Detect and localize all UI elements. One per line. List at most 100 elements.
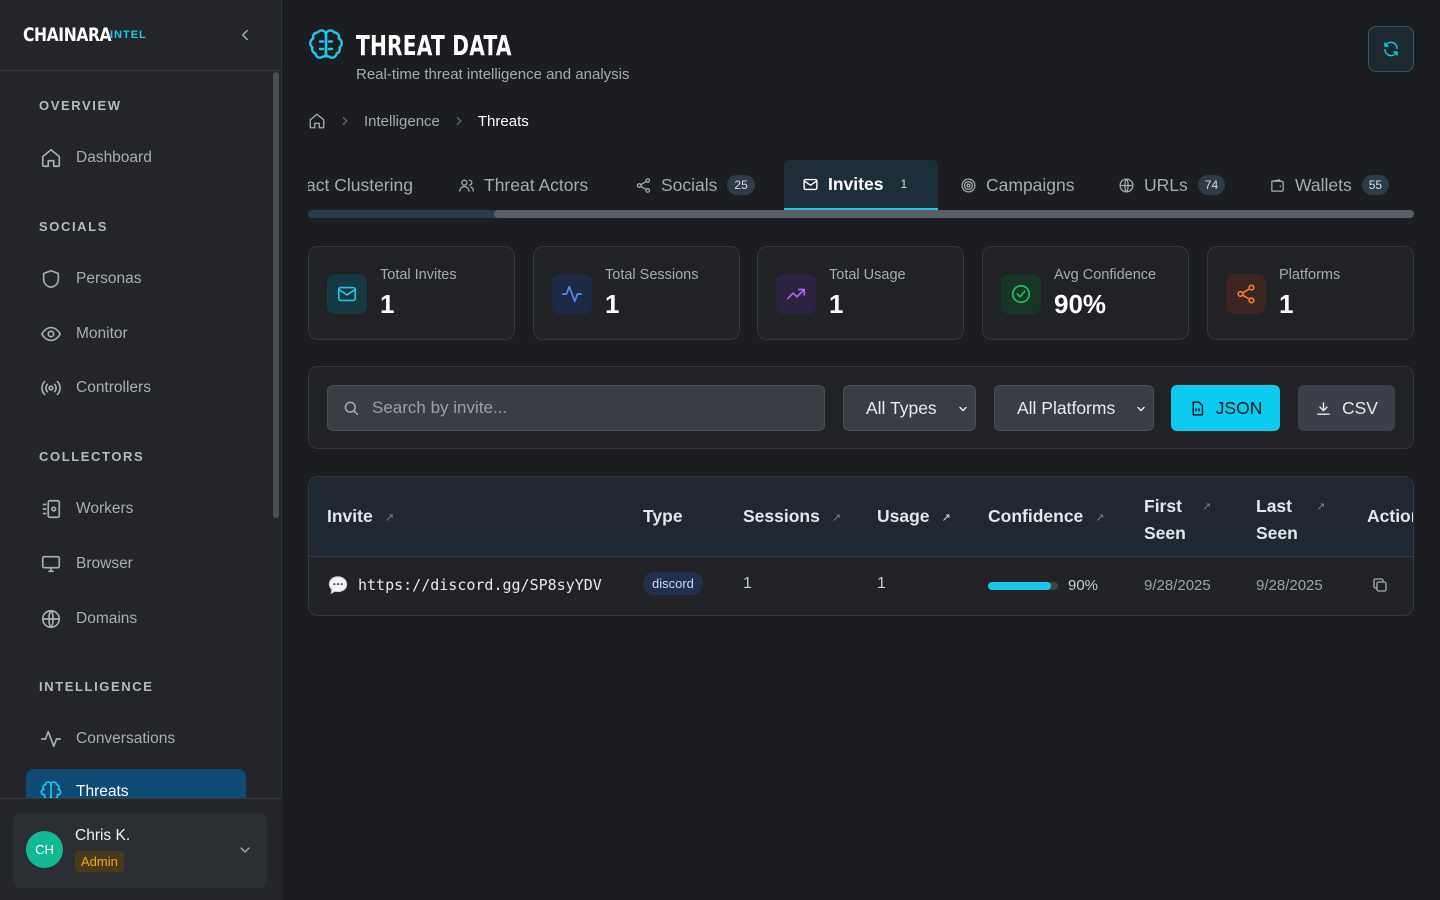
sidebar-item-conversations[interactable]: Conversations — [26, 716, 246, 762]
stat-icon-box — [327, 274, 367, 314]
col-sessions[interactable]: Sessions ↗ — [743, 506, 841, 527]
tab-campaigns[interactable]: Campaigns — [960, 160, 1075, 210]
sidebar-nav[interactable]: OVERVIEW Dashboard SOCIALS Personas Moni… — [0, 72, 282, 798]
sidebar-item-monitor[interactable]: Monitor — [26, 311, 246, 357]
mail-icon — [803, 178, 818, 190]
shield-icon — [42, 269, 60, 289]
stat-value: 1 — [829, 289, 844, 319]
stat-label: Total Sessions — [605, 267, 699, 283]
usage-cell: 1 — [877, 575, 886, 592]
sidebar-item-threats[interactable]: Threats — [26, 769, 246, 798]
col-confidence[interactable]: Confidence ↗ — [988, 506, 1105, 527]
copy-button[interactable] — [1371, 576, 1389, 599]
sidebar-item-dashboard[interactable]: Dashboard — [26, 135, 246, 181]
share-icon — [1237, 284, 1255, 304]
sidebar-item-workers[interactable]: Workers — [26, 486, 246, 532]
brand-logo[interactable]: CHAINARA — [23, 24, 112, 46]
stat-icon-box — [1001, 274, 1041, 314]
stat-icon-box — [776, 274, 816, 314]
globe-icon — [41, 609, 61, 629]
type-select[interactable]: All Types — [843, 385, 976, 431]
tab-wallets[interactable]: Wallets 55 — [1269, 160, 1390, 210]
chevron-right-icon — [456, 116, 462, 126]
share-icon — [636, 177, 651, 193]
tab-label: Invites — [828, 173, 884, 194]
sidebar-item-controllers[interactable]: Controllers — [26, 365, 246, 411]
section-intelligence: INTELLIGENCE — [39, 679, 154, 694]
sidebar-item-label: Monitor — [76, 325, 128, 342]
globe-icon — [1119, 177, 1134, 193]
tab-threat-actors[interactable]: Threat Actors — [458, 160, 588, 210]
collapse-sidebar-icon[interactable] — [236, 26, 254, 44]
chevron-down-icon — [1137, 406, 1145, 412]
export-json-button[interactable]: JSON — [1171, 385, 1280, 431]
platform-badge: discord — [643, 572, 703, 595]
invites-table: Invite ↗ Type Sessions ↗ Usage ↗ Confidence… — [308, 476, 1414, 616]
sidebar-item-domains[interactable]: Domains — [26, 596, 246, 642]
home-icon[interactable] — [308, 112, 326, 130]
stat-total-sessions: Total Sessions 1 — [533, 246, 740, 340]
chat-bubble-icon — [328, 576, 348, 595]
last-seen-cell: 9/28/2025 — [1256, 577, 1323, 594]
tab-label: Campaigns — [986, 174, 1075, 195]
tab-label: Threat Actors — [484, 174, 589, 195]
tab-bar: act Clustering Threat Actors Socials 25 … — [308, 160, 1414, 218]
sidebar-item-label: Browser — [76, 555, 133, 572]
col-invite[interactable]: Invite ↗ — [327, 506, 394, 527]
stat-total-usage: Total Usage 1 — [757, 246, 964, 340]
search-input[interactable] — [372, 398, 792, 418]
invite-cell[interactable]: https://discord.gg/SP8syYDV — [327, 574, 602, 596]
platform-select[interactable]: All Platforms — [994, 385, 1154, 431]
col-last-seen[interactable]: Last ↗ Seen — [1256, 493, 1325, 546]
role-badge: Admin — [75, 851, 124, 872]
search-box[interactable] — [327, 385, 825, 431]
sidebar-header: CHAINARA INTEL — [0, 0, 281, 71]
tab-label: Socials — [661, 174, 718, 195]
breadcrumb: Intelligence Threats — [308, 112, 529, 130]
avatar: CH — [26, 831, 63, 868]
tab-socials[interactable]: Socials 25 — [635, 160, 755, 210]
sidebar-item-label: Conversations — [76, 730, 176, 747]
filter-bar: All Types All Platforms JSON CSV — [308, 366, 1414, 449]
chevron-right-icon — [342, 116, 348, 126]
home-icon — [41, 148, 61, 168]
first-seen-cell: 9/28/2025 — [1144, 577, 1211, 594]
tab-urls[interactable]: URLs 74 — [1118, 160, 1226, 210]
export-csv-button[interactable]: CSV — [1298, 385, 1395, 431]
sidebar-item-label: Controllers — [76, 379, 151, 396]
sidebar-item-label: Personas — [76, 270, 142, 287]
confidence-bar-fill — [988, 582, 1051, 590]
col-actions: Actions — [1367, 506, 1413, 526]
chevron-down-icon — [240, 847, 250, 853]
sort-icon: ↗ — [1315, 501, 1326, 514]
tab-contact-clustering[interactable]: act Clustering — [308, 160, 413, 210]
sidebar-item-label: Domains — [76, 610, 138, 627]
stat-value: 1 — [380, 289, 395, 319]
sidebar-scrollbar[interactable] — [273, 72, 279, 518]
confidence-bar — [988, 582, 1058, 590]
sidebar-item-browser[interactable]: Browser — [26, 541, 246, 587]
stat-avg-confidence: Avg Confidence 90% — [982, 246, 1189, 340]
user-panel: CH Chris K. Admin — [0, 798, 282, 900]
refresh-button[interactable] — [1368, 26, 1414, 72]
user-name: Chris K. — [75, 827, 131, 844]
tab-scrollbar-thumb[interactable] — [494, 210, 1414, 218]
tab-invites[interactable]: Invites 1 — [784, 160, 938, 210]
tab-label: URLs — [1144, 174, 1188, 195]
col-first-seen[interactable]: First ↗ Seen — [1144, 493, 1211, 546]
section-socials: SOCIALS — [39, 219, 108, 234]
wallet-icon — [1271, 178, 1284, 192]
section-overview: OVERVIEW — [39, 98, 122, 113]
user-menu[interactable]: CH Chris K. Admin — [13, 813, 267, 888]
stat-icon-box — [552, 274, 592, 314]
brand-sub: INTEL — [110, 29, 147, 41]
stat-value: 1 — [1279, 289, 1294, 319]
search-icon — [344, 401, 359, 416]
col-usage[interactable]: Usage ↗ — [877, 506, 951, 527]
broadcast-icon — [41, 380, 61, 396]
breadcrumb-intelligence[interactable]: Intelligence — [364, 113, 440, 130]
sidebar-item-personas[interactable]: Personas — [26, 256, 246, 302]
brain-icon — [40, 781, 62, 798]
copy-icon — [1373, 578, 1387, 592]
csv-label: CSV — [1342, 397, 1378, 418]
